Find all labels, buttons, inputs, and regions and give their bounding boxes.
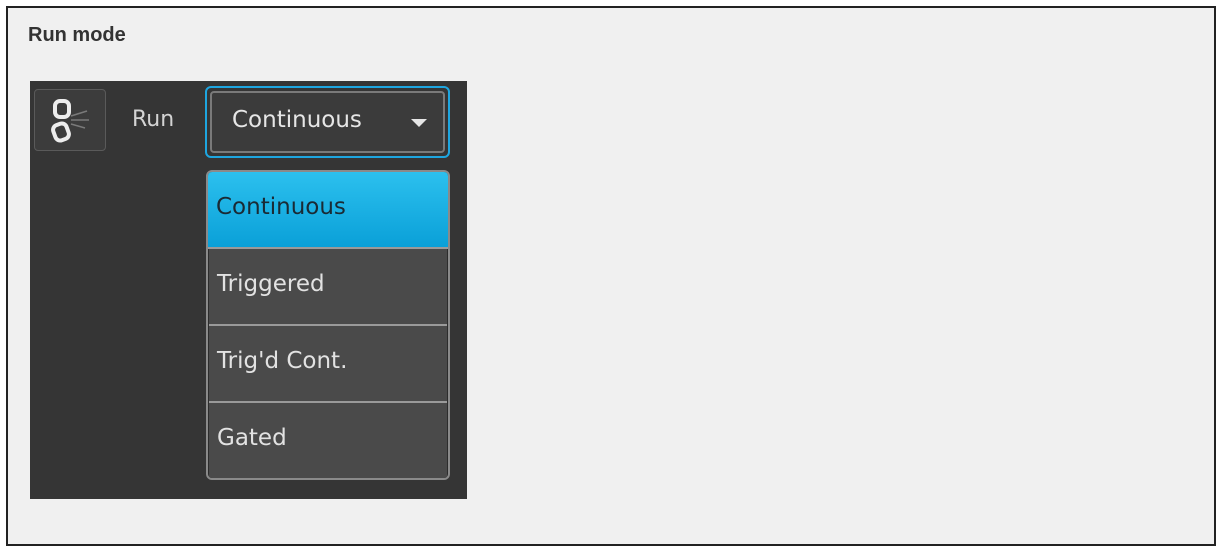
- section-title: Run mode: [28, 24, 126, 46]
- run-mode-panel: Run Continuous Continuous Triggered Trig…: [30, 81, 467, 499]
- caret-down-icon: [411, 119, 427, 127]
- option-label: Continuous: [216, 194, 346, 220]
- run-mode-dropdown-list: Continuous Triggered Trig'd Cont. Gated: [206, 170, 450, 480]
- option-label: Triggered: [217, 271, 325, 297]
- option-label: Gated: [217, 425, 287, 451]
- link-button[interactable]: [34, 89, 106, 151]
- run-mode-option-continuous[interactable]: Continuous: [208, 172, 448, 249]
- chain-link-icon: [51, 99, 89, 143]
- option-label: Trig'd Cont.: [217, 348, 348, 374]
- run-mode-select-box[interactable]: Continuous: [210, 91, 445, 153]
- documentation-box: Run mode Run Continuous Continuous Trigg…: [6, 6, 1216, 546]
- run-mode-select-value: Continuous: [232, 107, 362, 133]
- run-mode-option-gated[interactable]: Gated: [209, 403, 447, 478]
- run-mode-select[interactable]: Continuous: [205, 86, 450, 158]
- run-mode-option-triggered[interactable]: Triggered: [209, 249, 447, 326]
- run-mode-option-trigd-cont[interactable]: Trig'd Cont.: [209, 326, 447, 403]
- run-label: Run: [132, 107, 175, 132]
